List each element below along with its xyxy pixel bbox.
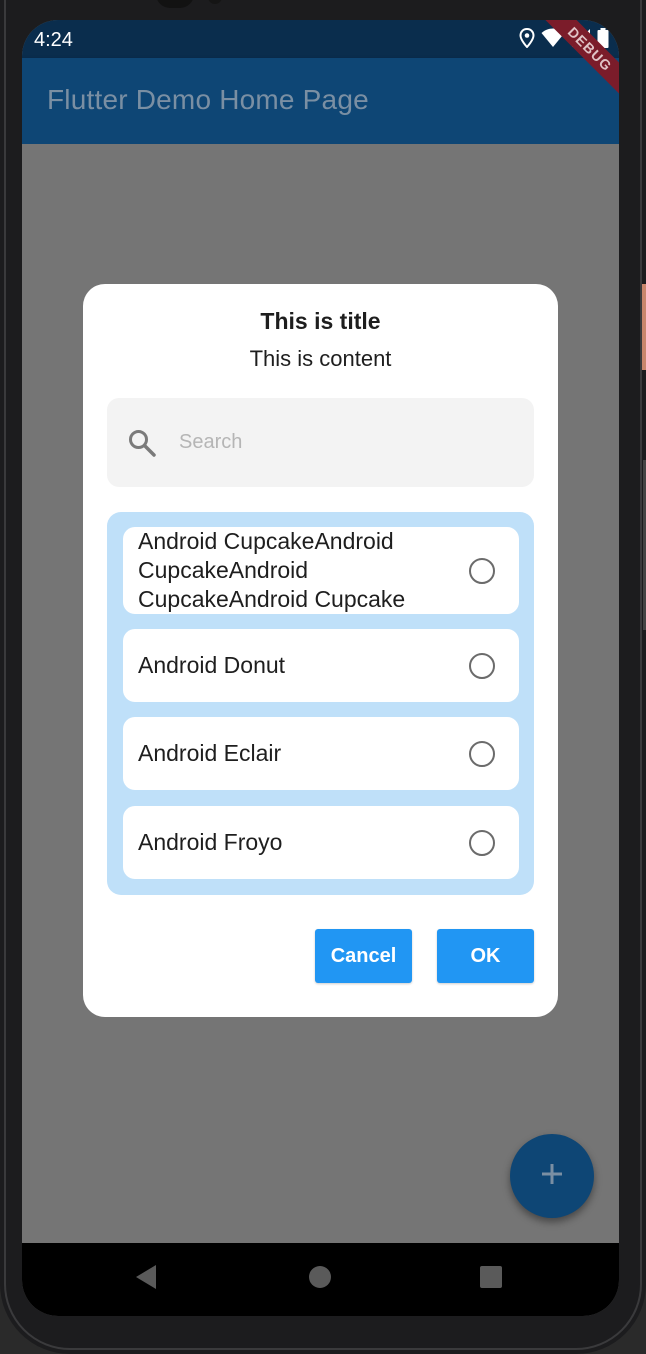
system-nav-bar — [22, 1243, 619, 1316]
option-label: Android Donut — [138, 652, 286, 678]
search-input[interactable] — [167, 420, 519, 464]
option-item[interactable]: Android CupcakeAndroid CupcakeAndroid Cu… — [123, 527, 519, 614]
add-fab-button[interactable] — [510, 1134, 594, 1218]
back-icon — [134, 1264, 158, 1295]
option-item[interactable]: Android Donut — [123, 629, 519, 702]
side-accent — [642, 284, 646, 370]
search-box — [107, 398, 534, 487]
sensor-notch — [208, 0, 222, 4]
app-bar-title: Flutter Demo Home Page — [47, 84, 369, 115]
phone-bezel: 4:24 Flutter Demo Home Page DEBUG This i… — [0, 0, 646, 1354]
recents-icon — [479, 1265, 503, 1294]
ok-button[interactable]: OK — [437, 929, 534, 983]
camera-notch — [156, 0, 194, 8]
status-bar: 4:24 — [22, 20, 619, 58]
dialog-content: This is content — [249, 346, 392, 371]
home-button[interactable] — [306, 1265, 334, 1293]
radio-button[interactable] — [469, 558, 495, 584]
status-time: 4:24 — [34, 29, 73, 51]
selection-dialog: This is title This is content Android Cu… — [83, 284, 558, 1017]
cancel-button[interactable]: Cancel — [315, 929, 412, 983]
option-label: Android Eclair — [138, 740, 282, 766]
back-button[interactable] — [132, 1264, 160, 1295]
search-icon — [127, 428, 157, 458]
radio-button[interactable] — [469, 741, 495, 767]
plus-icon — [539, 1161, 565, 1192]
location-icon — [519, 27, 535, 53]
recents-button[interactable] — [477, 1265, 505, 1293]
radio-button[interactable] — [469, 653, 495, 679]
app-bar: Flutter Demo Home Page — [22, 58, 619, 144]
option-label: Android Froyo — [138, 829, 283, 855]
dialog-title: This is title — [260, 308, 381, 334]
phone-screen: 4:24 Flutter Demo Home Page DEBUG This i… — [22, 20, 619, 1316]
radio-button[interactable] — [469, 830, 495, 856]
option-item[interactable]: Android Froyo — [123, 806, 519, 879]
home-icon — [308, 1265, 332, 1294]
option-label: Android CupcakeAndroid CupcakeAndroid Cu… — [138, 528, 406, 612]
options-list: Android CupcakeAndroid CupcakeAndroid Cu… — [107, 512, 534, 895]
option-item[interactable]: Android Eclair — [123, 717, 519, 790]
